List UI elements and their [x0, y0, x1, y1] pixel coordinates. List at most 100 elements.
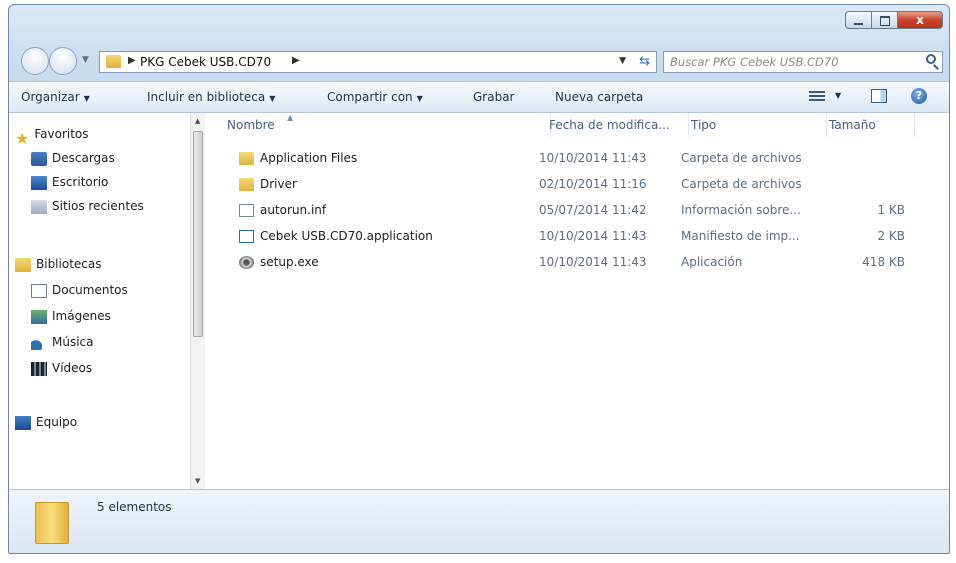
file-row[interactable]: Application Files 10/10/2014 11:43 Carpe… — [205, 145, 949, 171]
include-library-button[interactable]: Incluir en biblioteca ▼ — [147, 90, 275, 104]
music-note-icon — [31, 335, 47, 350]
new-folder-button[interactable]: Nueva carpeta — [555, 90, 643, 104]
inf-file-icon — [239, 204, 254, 217]
file-date: 02/10/2014 11:16 — [539, 177, 647, 191]
file-date: 10/10/2014 11:43 — [539, 151, 647, 165]
file-type: Carpeta de archivos — [681, 151, 802, 165]
burn-button[interactable]: Grabar — [473, 90, 515, 104]
search-icon[interactable] — [926, 54, 936, 64]
back-button[interactable] — [21, 47, 49, 75]
chevron-down-icon: ▼ — [416, 94, 423, 103]
chevron-down-icon: ▼ — [269, 94, 276, 103]
file-name-cell: Driver — [239, 171, 297, 197]
change-view-icon[interactable] — [809, 89, 825, 103]
forward-button[interactable] — [49, 47, 77, 75]
recent-pages-dropdown[interactable]: ▼ — [82, 55, 89, 65]
title-bar: x — [9, 5, 949, 45]
downloads-folder-icon — [31, 151, 47, 166]
column-header-type[interactable]: Tipo — [681, 113, 827, 137]
libraries-icon — [15, 257, 31, 272]
star-icon: ★ — [15, 128, 30, 148]
explorer-window: x ▼ ▶ PKG Cebek USB.CD70 ▶ ▼ ⇆ Buscar PK… — [8, 4, 950, 554]
nav-computer-label: Equipo — [36, 415, 78, 429]
file-name-cell: Application Files — [239, 145, 357, 171]
film-strip-icon — [31, 361, 47, 376]
images-icon — [31, 309, 47, 324]
column-header-size[interactable]: Tamaño — [819, 113, 915, 137]
share-label: Compartir con — [327, 90, 413, 104]
sort-ascending-icon: ▲ — [287, 113, 294, 122]
close-button[interactable]: x — [897, 11, 943, 29]
details-pane: 5 elementos — [9, 489, 949, 553]
file-date: 10/10/2014 11:43 — [539, 229, 647, 243]
address-row: ▼ ▶ PKG Cebek USB.CD70 ▶ ▼ ⇆ Buscar PKG … — [9, 45, 949, 79]
nav-videos-label: Vídeos — [52, 361, 93, 375]
item-count: 5 elementos — [97, 500, 172, 514]
application-manifest-icon — [239, 230, 254, 243]
file-row[interactable]: Driver 02/10/2014 11:16 Carpeta de archi… — [205, 171, 949, 197]
breadcrumb-chevron-icon[interactable]: ▶ — [128, 55, 136, 66]
nav-desktop-label: Escritorio — [52, 175, 109, 189]
folder-icon — [239, 152, 254, 165]
file-date: 10/10/2014 11:43 — [539, 255, 647, 269]
nav-downloads[interactable]: Descargas — [31, 147, 115, 169]
recent-places-icon — [31, 199, 47, 214]
file-name: setup.exe — [260, 255, 319, 269]
nav-libraries-label: Bibliotecas — [36, 257, 102, 271]
navigation-scrollbar[interactable]: ▲ ▼ — [190, 113, 205, 489]
nav-computer[interactable]: Equipo — [15, 411, 77, 433]
search-input[interactable]: Buscar PKG Cebek USB.CD70 — [663, 51, 943, 73]
minimize-button[interactable] — [845, 11, 871, 29]
nav-downloads-label: Descargas — [52, 151, 115, 165]
address-dropdown-icon[interactable]: ▼ — [619, 56, 626, 66]
file-row[interactable]: Cebek USB.CD70.application 10/10/2014 11… — [205, 223, 949, 249]
nav-documents[interactable]: Documentos — [31, 279, 128, 301]
file-name-cell: setup.exe — [239, 249, 319, 275]
file-row[interactable]: setup.exe 10/10/2014 11:43 Aplicación 41… — [205, 249, 949, 275]
nav-videos[interactable]: Vídeos — [31, 357, 92, 379]
nav-recent-label: Sitios recientes — [52, 199, 144, 213]
file-type: Información sobre... — [681, 203, 801, 217]
scrollbar-thumb[interactable] — [193, 131, 203, 337]
maximize-button[interactable] — [871, 11, 897, 29]
nav-libraries[interactable]: Bibliotecas — [15, 253, 101, 275]
file-size: 2 KB — [877, 229, 905, 243]
command-bar: Organizar ▼ Incluir en biblioteca ▼ Compar… — [9, 81, 949, 113]
refresh-icon[interactable]: ⇆ — [639, 54, 650, 69]
nav-recent-places[interactable]: Sitios recientes — [31, 195, 144, 217]
file-name-cell: Cebek USB.CD70.application — [239, 223, 433, 249]
file-size: 1 KB — [877, 203, 905, 217]
preview-pane-icon[interactable] — [871, 89, 887, 103]
breadcrumb-chevron-icon[interactable]: ▶ — [292, 55, 300, 66]
address-bar[interactable]: ▶ PKG Cebek USB.CD70 ▶ ▼ ⇆ — [99, 51, 657, 73]
view-options-dropdown[interactable]: ▼ — [835, 91, 841, 100]
nav-music-label: Música — [52, 335, 94, 349]
column-name-label: Nombre — [227, 118, 275, 132]
folder-icon — [35, 502, 69, 544]
file-row[interactable]: autorun.inf 05/07/2014 11:42 Información… — [205, 197, 949, 223]
file-size: 418 KB — [862, 255, 905, 269]
column-header-date[interactable]: Fecha de modifica... — [539, 113, 689, 137]
help-icon[interactable]: ? — [911, 88, 927, 104]
file-type: Manifiesto de imp... — [681, 229, 800, 243]
chevron-down-icon: ▼ — [83, 94, 90, 103]
file-name: Application Files — [260, 151, 358, 165]
breadcrumb-current-folder[interactable]: PKG Cebek USB.CD70 — [140, 55, 271, 69]
file-name: Driver — [260, 177, 297, 191]
navigation-pane: ★ Favoritos Descargas Escritorio Sitios r… — [9, 113, 205, 489]
scroll-down-icon[interactable]: ▼ — [195, 477, 200, 485]
setup-exe-icon — [239, 256, 254, 269]
folder-icon — [106, 55, 121, 68]
nav-music[interactable]: Música — [31, 331, 94, 353]
file-date: 05/07/2014 11:42 — [539, 203, 647, 217]
nav-images[interactable]: Imágenes — [31, 305, 111, 327]
search-placeholder: Buscar PKG Cebek USB.CD70 — [670, 55, 839, 69]
organize-button[interactable]: Organizar ▼ — [21, 90, 90, 104]
nav-favorites-label: Favoritos — [34, 127, 89, 141]
scroll-up-icon[interactable]: ▲ — [195, 117, 200, 125]
share-button[interactable]: Compartir con ▼ — [327, 90, 423, 104]
column-header-name[interactable]: Nombre ▲ — [217, 113, 551, 137]
nav-favorites[interactable]: ★ Favoritos — [15, 123, 89, 148]
window-controls: x — [845, 11, 943, 29]
nav-desktop[interactable]: Escritorio — [31, 171, 108, 193]
